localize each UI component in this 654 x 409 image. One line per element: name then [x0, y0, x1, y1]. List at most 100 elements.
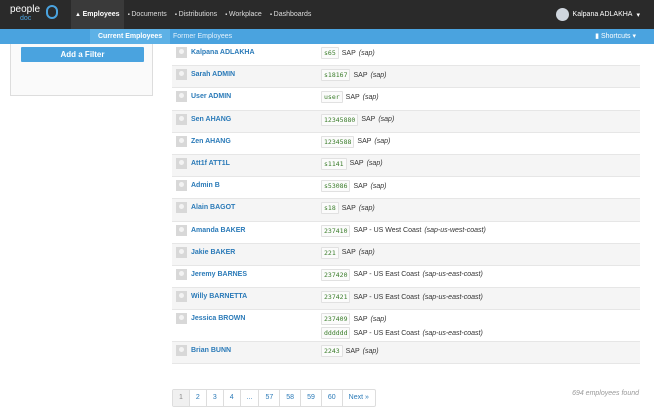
- organization-entry: s18 SAP (sap): [321, 202, 640, 215]
- employee-name-link[interactable]: Alain BAGOT: [191, 202, 321, 220]
- organizations: 1234588 SAP (sap): [321, 135, 640, 154]
- employee-name-link[interactable]: Admin B: [191, 180, 321, 198]
- organization-slug: (sap): [358, 49, 375, 57]
- table-row: Att1f ATT1L s1141 SAP (sap): [172, 154, 640, 178]
- page-58[interactable]: 58: [280, 390, 302, 406]
- organization-slug: (sap-us-east-coast): [422, 329, 483, 337]
- shortcuts-menu[interactable]: ▮ Shortcuts ▾: [595, 29, 636, 44]
- sub-navbar: Current Employees Former Employees ▮ Sho…: [0, 29, 654, 44]
- organization-name: SAP: [349, 160, 364, 168]
- page-4[interactable]: 4: [224, 390, 241, 406]
- employee-name-link[interactable]: Jakie BAKER: [191, 247, 321, 265]
- table-row: Kalpana ADLAKHA s65 SAP (sap): [172, 44, 640, 67]
- organization-entry: 237421 SAP - US East Coast (sap-us-east-co…: [321, 291, 640, 304]
- employee-code: 1234588: [321, 135, 355, 148]
- organization-slug: (sap): [366, 160, 383, 168]
- page-2[interactable]: 2: [190, 390, 207, 406]
- organization-name: SAP: [341, 49, 356, 57]
- organization-name: SAP: [345, 93, 360, 101]
- organization-name: SAP - US East Coast: [353, 293, 420, 301]
- employee-code: 237420: [321, 268, 351, 281]
- employee-name-link[interactable]: Jessica BROWN: [191, 313, 321, 341]
- employee-name-link[interactable]: Jeremy BARNES: [191, 269, 321, 287]
- organization-slug: (sap): [370, 182, 387, 190]
- nav-item-employees[interactable]: ▲ Employees: [71, 0, 124, 29]
- organization-slug: (sap-us-east-coast): [422, 293, 483, 301]
- organizations: 221 SAP (sap): [321, 246, 640, 265]
- table-row: Jakie BAKER 221 SAP (sap): [172, 243, 640, 266]
- page-59[interactable]: 59: [301, 390, 322, 406]
- organization-slug: (sap): [362, 347, 379, 355]
- employee-name-link[interactable]: Sarah ADMIN: [191, 69, 321, 87]
- logo[interactable]: people doc: [10, 5, 58, 23]
- add-filter-button[interactable]: Add a Filter: [21, 47, 144, 62]
- nav-item-dashboards[interactable]: ▪ Dashboards: [266, 0, 316, 29]
- employee-name-link[interactable]: Brian BUNN: [191, 345, 321, 363]
- organizations: s65 SAP (sap): [321, 47, 640, 65]
- employee-name-link[interactable]: Amanda BAKER: [191, 225, 321, 243]
- employee-name-link[interactable]: Willy BARNETTA: [191, 291, 321, 309]
- organization-name: SAP: [361, 116, 376, 124]
- organization-name: SAP: [345, 347, 360, 355]
- organization-entry: 12345880 SAP (sap): [321, 113, 640, 126]
- page-3[interactable]: 3: [207, 390, 224, 406]
- employee-code: s18: [321, 202, 339, 215]
- organization-name: SAP: [353, 71, 368, 79]
- avatar-placeholder-icon: [176, 202, 187, 214]
- page-60[interactable]: 60: [322, 390, 343, 406]
- avatar: [555, 8, 569, 21]
- employee-code: 221: [321, 246, 339, 259]
- organization-name: SAP - US West Coast: [353, 227, 422, 234]
- nav-item-distributions[interactable]: ▪ Distributions: [171, 0, 221, 29]
- organization-entry: 237410 SAP - US West Coast (sap-us-west-co…: [321, 224, 640, 237]
- avatar-placeholder-icon: [176, 313, 187, 325]
- table-row: Willy BARNETTA 237421 SAP - US East Coast(…: [172, 288, 640, 311]
- employee-name-link[interactable]: Sen AHANG: [191, 114, 321, 132]
- employee-code: dddddd: [321, 327, 351, 340]
- page-57[interactable]: 57: [259, 390, 281, 406]
- employee-name-link[interactable]: Zen AHANG: [191, 136, 321, 154]
- employee-name-link[interactable]: Kalpana ADLAKHA: [191, 47, 321, 65]
- tab-former-employees[interactable]: Former Employees: [165, 29, 240, 44]
- nav-item-label: Workplace: [228, 11, 262, 18]
- organizations: 237409 SAP (sap) dddddd SAP - US East Coast(…: [321, 313, 640, 341]
- employee-code: 237409: [321, 313, 351, 326]
- organizations: 237410 SAP - US West Coast (sap-us-west-co…: [321, 224, 640, 243]
- page-1[interactable]: 1: [173, 390, 190, 406]
- organization-entry: s1141 SAP (sap): [321, 157, 640, 170]
- avatar-placeholder-icon: [176, 157, 187, 169]
- organization-name: SAP - US East Coast: [353, 329, 420, 337]
- organizations: user SAP (sap): [321, 91, 640, 109]
- organization-slug: (sap-us-west-coast): [424, 227, 486, 234]
- avatar-placeholder-icon: [176, 47, 187, 58]
- organization-entry: dddddd SAP - US East Coast (sap-us-east-co…: [321, 327, 640, 340]
- nav-item-label: Employees: [82, 11, 120, 18]
- tab-current-employees[interactable]: Current Employees: [90, 29, 171, 44]
- organization-entry: 221 SAP (sap): [321, 246, 640, 259]
- nav-item-workplace[interactable]: ▪ Workplace: [221, 0, 266, 29]
- logo-icon: [46, 5, 58, 19]
- employee-name-link[interactable]: Att1f ATT1L: [191, 158, 321, 176]
- organization-name: SAP: [357, 138, 372, 146]
- avatar-placeholder-icon: [176, 291, 187, 303]
- employee-code: s65: [321, 47, 339, 59]
- avatar-placeholder-icon: [176, 113, 187, 125]
- avatar-placeholder-icon: [176, 180, 187, 192]
- avatar-placeholder-icon: [176, 91, 187, 103]
- avatar-placeholder-icon: [176, 69, 187, 81]
- organizations: s18167 SAP (sap): [321, 69, 640, 87]
- nav-item-documents[interactable]: ▪ Documents: [124, 0, 171, 29]
- organizations: 237421 SAP - US East Coast (sap-us-east-co…: [321, 291, 640, 309]
- logo-subtext: doc: [20, 15, 32, 22]
- avatar-placeholder-icon: [176, 345, 187, 357]
- organization-name: SAP - US East Coast: [353, 271, 420, 279]
- next-page-button[interactable]: Next »: [343, 390, 375, 406]
- employee-code: user: [321, 91, 343, 104]
- employee-name-link[interactable]: User ADMIN: [191, 91, 321, 109]
- pagination: 1 2 3 4... 57 58 59 60 Next »: [172, 389, 376, 407]
- organization-slug: (sap): [358, 249, 375, 257]
- user-menu[interactable]: Kalpana ADLAKHA ▾: [555, 8, 640, 21]
- user-name: Kalpana ADLAKHA: [572, 11, 633, 18]
- employee-list: Kalpana ADLAKHA s65 SAP (sap) Sarah ADMIN s18…: [172, 44, 640, 365]
- main-nav: ▲ Employees ▪ Documents ▪ Distributions ▪ W…: [71, 0, 315, 29]
